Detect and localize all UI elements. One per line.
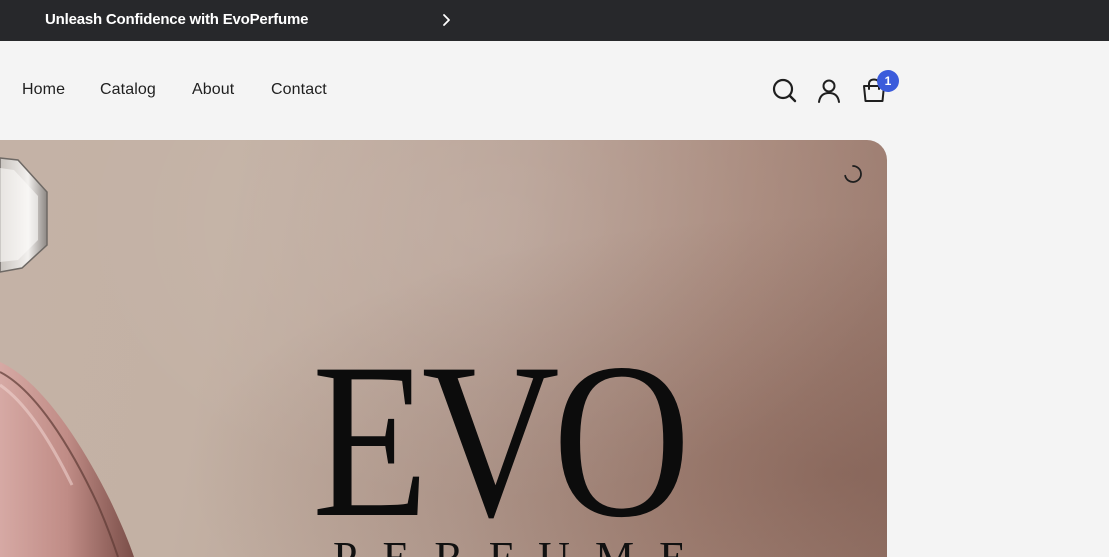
nav-link-contact[interactable]: Contact [271, 81, 327, 99]
chevron-right-icon[interactable] [440, 12, 454, 28]
search-icon[interactable] [770, 76, 800, 106]
nav-link-about[interactable]: About [192, 81, 234, 99]
user-icon[interactable] [814, 76, 844, 106]
perfume-bottle-image [0, 157, 134, 557]
announcement-text[interactable]: Unleash Confidence with EvoPerfume [45, 11, 308, 28]
nav-link-home[interactable]: Home [22, 81, 65, 99]
cart-count-badge: 1 [877, 70, 899, 92]
hero-banner: EVO PERFUME [0, 140, 887, 557]
brand-logo-sub: PERFUME [333, 536, 711, 557]
brand-logo-main: EVO [312, 318, 691, 557]
announcement-bar: Unleash Confidence with EvoPerfume [0, 0, 1109, 41]
nav-link-catalog[interactable]: Catalog [100, 81, 156, 99]
site-header: Home Catalog About Contact [0, 41, 1109, 140]
spinner-icon [842, 163, 864, 185]
